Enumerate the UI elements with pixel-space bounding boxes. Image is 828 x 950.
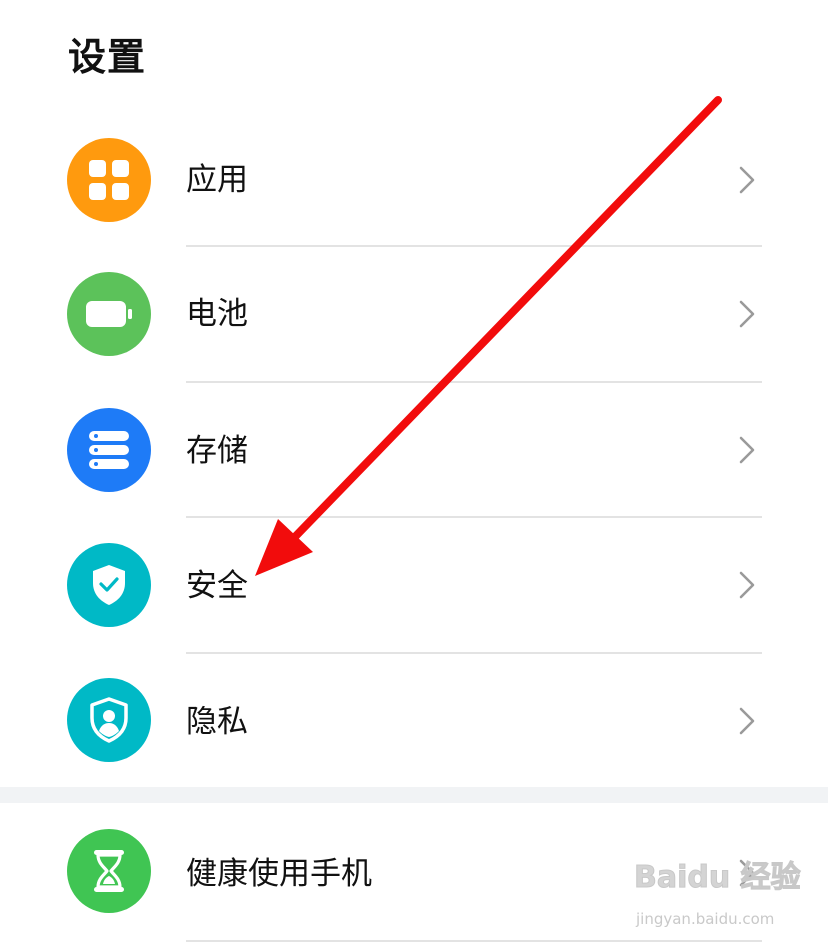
settings-row-label: 安全 xyxy=(186,568,248,604)
chevron-right-icon xyxy=(739,166,755,194)
settings-row-battery[interactable]: 电池 xyxy=(0,247,828,383)
settings-row-label: 健康使用手机 xyxy=(186,856,372,892)
settings-row-security[interactable]: 安全 xyxy=(0,518,828,654)
settings-row-label: 应用 xyxy=(186,162,248,198)
shield-check-icon xyxy=(67,543,151,627)
chevron-right-icon xyxy=(739,300,755,328)
row-divider xyxy=(186,940,762,942)
privacy-shield-icon xyxy=(67,678,151,762)
chevron-right-icon xyxy=(739,707,755,735)
watermark-url: jingyan.baidu.com xyxy=(636,910,775,928)
hourglass-icon xyxy=(67,829,151,913)
settings-row-privacy[interactable]: 隐私 xyxy=(0,654,828,790)
chevron-right-icon xyxy=(739,571,755,599)
page-title: 设置 xyxy=(68,35,147,79)
baidu-jingyan-watermark: Baidu 经验 jingyan.baidu.com xyxy=(634,852,802,938)
settings-row-label: 电池 xyxy=(186,296,248,332)
storage-icon xyxy=(67,408,151,492)
watermark-logo-text: Baidu 经验 xyxy=(634,860,802,896)
settings-row-label: 存储 xyxy=(186,433,248,469)
section-gap xyxy=(0,787,828,803)
chevron-right-icon xyxy=(739,436,755,464)
apps-grid-icon xyxy=(67,138,151,222)
battery-icon xyxy=(67,272,151,356)
settings-row-label: 隐私 xyxy=(186,704,248,740)
settings-page: 设置 应用 电池 存储 安全 隐私 健康使用手机 Baidu 经验 jingya… xyxy=(0,0,828,950)
settings-row-apps[interactable]: 应用 xyxy=(0,112,828,248)
settings-row-storage[interactable]: 存储 xyxy=(0,383,828,519)
